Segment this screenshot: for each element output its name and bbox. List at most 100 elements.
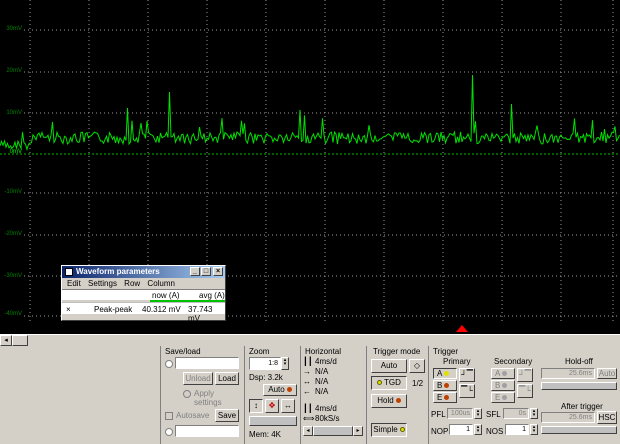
after-trigger-label: After trigger [561,402,603,411]
primary-falling-edge-icon[interactable]: ▔└ [459,384,475,398]
after-trigger-field[interactable]: 25.6ms [541,412,595,423]
primary-a-led-icon [444,371,450,377]
pfl-spin-icon[interactable]: ▴ ▾ [474,408,482,419]
saveload-radio-2[interactable] [165,428,173,436]
trigger-hold-button[interactable]: Hold [371,394,407,408]
holdoff-slider[interactable] [541,382,617,390]
zoom-auto-button[interactable]: Auto [263,384,297,396]
zoom-slider[interactable] [249,416,297,426]
secondary-a-label: A [495,369,501,378]
primary-e-label: E [437,393,443,402]
row-now-value: 40.312 mV [142,305,181,314]
hsc-button[interactable]: HSC [597,411,617,424]
holdoff-auto-button[interactable]: Auto [597,368,617,379]
trigger-marker-icon[interactable] [456,325,468,332]
primary-rising-edge-icon[interactable]: ┘▔ [459,368,475,382]
primary-a-button[interactable]: A [433,368,457,379]
primary-b-button[interactable]: B [433,380,457,391]
minimize-icon[interactable]: _ [190,267,200,276]
zoom-spin-icon[interactable]: ▴ ▾ [281,357,289,370]
close-icon[interactable]: × [213,267,223,276]
row-avg-value: 37.743 mV [188,305,213,323]
sfl-spin-icon[interactable]: ▴ ▾ [530,408,538,419]
zoom-mode-3-icon[interactable]: ↔ [281,399,295,413]
menu-column[interactable]: Column [147,279,175,288]
y-label-m30: -30mV [4,273,22,279]
horiz-slider[interactable] [313,426,353,436]
horizontal-title: Horizontal [305,347,342,356]
zoom-mode-2-icon[interactable]: ✥ [265,399,279,413]
horizontal-scrollbar[interactable]: ◂ [0,334,620,346]
saveload-select-1[interactable] [175,357,239,369]
menu-row[interactable]: Row [124,279,140,288]
trigger-edge-icon[interactable]: ◇ [409,359,425,373]
zoom-dsp: Dsp: 3.2k [249,373,283,382]
y-label-m10: -10mV [4,189,22,195]
scroll-thumb[interactable] [12,335,28,346]
zoom-mode-1-icon[interactable]: ↕ [249,399,263,413]
waveform-trace [0,74,620,152]
trigger-tgd-button[interactable]: TGD [371,376,407,390]
apply-settings-label: Apply settings [194,389,222,407]
nop-spin-icon[interactable]: ▴ ▾ [474,424,482,435]
secondary-falling-edge-icon[interactable]: ▔└ [517,384,533,398]
trigger-simple-button[interactable]: Simple [371,423,407,437]
waveform-parameters-window: Waveform parameters _ □ × Edit Settings … [61,265,226,323]
menu-edit[interactable]: Edit [67,279,81,288]
secondary-a-button[interactable]: A [491,368,515,379]
save-button[interactable]: Save [215,409,239,422]
saveload-select-2[interactable] [175,425,239,437]
zoom-auto-led-icon [286,387,292,393]
window-title: Waveform parameters [76,267,160,276]
sfl-label: SFL [486,410,501,419]
saveload-radio-1[interactable] [165,360,173,368]
horiz-right-icon[interactable]: ▸ [353,426,363,436]
scroll-left-icon[interactable]: ◂ [0,335,12,346]
simple-label: Simple [373,425,398,434]
secondary-e-led-icon [502,395,508,401]
simple-led-icon [399,427,405,433]
col-now[interactable]: now (A) [152,291,180,300]
secondary-e-button[interactable]: E [491,392,515,403]
trigger-position-bar[interactable] [0,322,620,334]
horiz-left-icon[interactable]: ◂ [303,426,313,436]
maximize-icon[interactable]: □ [201,267,211,276]
nos-spin-icon[interactable]: ▴ ▾ [530,424,538,435]
col-avg[interactable]: avg (A) [199,291,225,300]
nos-field[interactable]: 1 [505,424,529,435]
secondary-b-button[interactable]: B [491,380,515,391]
zoom-ratio-field[interactable]: 1:8 [249,357,281,370]
table-row[interactable]: × Peak-peak 40.312 mV 37.743 mV [62,302,225,323]
zoom-mem: Mem: 4K [249,430,282,439]
primary-e-button[interactable]: E [433,392,457,403]
hold-label: Hold [377,396,394,405]
y-label-30: 30mV [6,26,22,32]
horiz-samplerate: 80kS/s [315,414,340,423]
apply-settings-radio[interactable] [183,390,191,398]
holdoff-label: Hold-off [565,357,593,366]
trigger-auto-button[interactable]: Auto [371,359,407,373]
sfl-field[interactable]: 0s [503,408,529,419]
after-trigger-slider[interactable] [541,426,617,434]
tgd-label: TGD [384,378,401,387]
trigger-group: Trigger Primary Secondary Hold-off A B E… [428,346,620,444]
secondary-rising-edge-icon[interactable]: ┘▔ [517,368,533,382]
nos-label: NOS [486,427,504,436]
arrow-both-icon: ↔ [303,377,311,386]
timebase-2-icon: ┃┃ [303,404,313,413]
menu-settings[interactable]: Settings [88,279,117,288]
row-remove-icon[interactable]: × [66,305,71,314]
secondary-b-label: B [495,381,501,390]
control-panel: Save/load Unload Load Apply settings Aut… [0,346,620,444]
load-button[interactable]: Load [215,372,239,385]
autosave-checkbox[interactable] [165,412,173,420]
holdoff-field[interactable]: 25.6ms [541,368,595,379]
secondary-a-led-icon [502,371,508,377]
trigger-mode-title: Trigger mode [373,347,421,356]
primary-e-led-icon [444,395,450,401]
window-titlebar[interactable]: Waveform parameters _ □ × [62,266,225,278]
pfl-field[interactable]: 100us [447,408,473,419]
pfl-label: PFL [431,410,446,419]
nop-field[interactable]: 1 [449,424,473,435]
unload-button[interactable]: Unload [183,372,213,385]
